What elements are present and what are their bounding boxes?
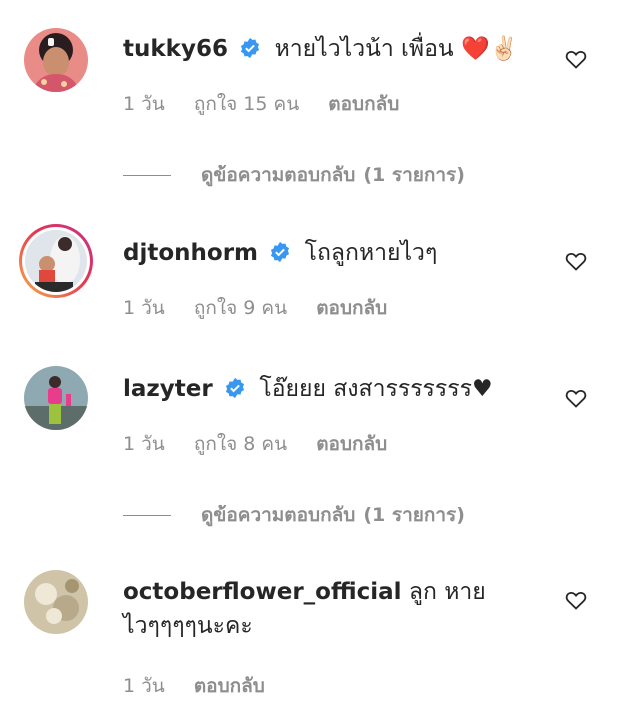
comment-time[interactable]: 1 วัน (123, 433, 165, 455)
verified-badge-icon (239, 35, 261, 69)
reply-button[interactable]: ตอบกลับ (194, 675, 265, 697)
comment-meta: 1 วัน ถูกใจ 9 คน ตอบกลับ (123, 293, 523, 323)
reply-button[interactable]: ตอบกลับ (328, 93, 399, 115)
view-replies-count: (1 รายการ) (363, 504, 465, 526)
comment-username[interactable]: lazyter (123, 376, 213, 402)
verified-badge-icon (269, 239, 291, 273)
comment-text: หายไวไวน้า เพื่อน (274, 36, 454, 62)
comments-list: tukky66 หายไวไวน้า เพื่อน ❤️✌🏻 1 วัน ถูก… (0, 0, 640, 705)
view-replies-count: (1 รายการ) (363, 164, 465, 186)
view-replies-button[interactable]: ดูข้อความตอบกลับ (1 รายการ) (123, 160, 465, 190)
heart-outline-icon[interactable] (564, 47, 588, 75)
comment-time[interactable]: 1 วัน (123, 297, 165, 319)
reply-button[interactable]: ตอบกลับ (316, 433, 387, 455)
heart-outline-icon[interactable] (564, 249, 588, 277)
view-replies-label: ดูข้อความตอบกลับ (201, 504, 356, 526)
avatar-story-ring[interactable] (19, 224, 93, 298)
comment-likes[interactable]: ถูกใจ 8 คน (194, 433, 287, 455)
avatar[interactable] (24, 366, 88, 430)
comment-username[interactable]: djtonhorm (123, 240, 258, 266)
view-replies-dash (123, 514, 171, 516)
view-replies-dash (123, 174, 171, 176)
heart-outline-icon[interactable] (564, 588, 588, 616)
view-replies-label: ดูข้อความตอบกลับ (201, 164, 356, 186)
comment-username[interactable]: octoberflower_official (123, 579, 402, 605)
comment-time[interactable]: 1 วัน (123, 675, 165, 697)
reply-button[interactable]: ตอบกลับ (316, 297, 387, 319)
comment-text: โถลูกหายไวๆ (304, 240, 438, 266)
comment-meta: 1 วัน ถูกใจ 15 คน ตอบกลับ (123, 89, 523, 119)
heart-outline-icon[interactable] (564, 386, 588, 414)
comment-time[interactable]: 1 วัน (123, 93, 165, 115)
comment-meta: 1 วัน ถูกใจ 8 คน ตอบกลับ (123, 429, 523, 459)
verified-badge-icon (224, 375, 246, 409)
comment-emoji: ❤️✌🏻 (460, 36, 519, 62)
avatar[interactable] (24, 28, 88, 92)
comment-meta: 1 วัน ตอบกลับ (123, 671, 523, 701)
comment-text: โอ๊ยยย สงสารรรรรรร♥ (259, 376, 493, 402)
comment-likes[interactable]: ถูกใจ 9 คน (194, 297, 287, 319)
avatar[interactable] (24, 570, 88, 634)
comment-likes[interactable]: ถูกใจ 15 คน (194, 93, 299, 115)
view-replies-button[interactable]: ดูข้อความตอบกลับ (1 รายการ) (123, 500, 465, 530)
comment-username[interactable]: tukky66 (123, 36, 228, 62)
